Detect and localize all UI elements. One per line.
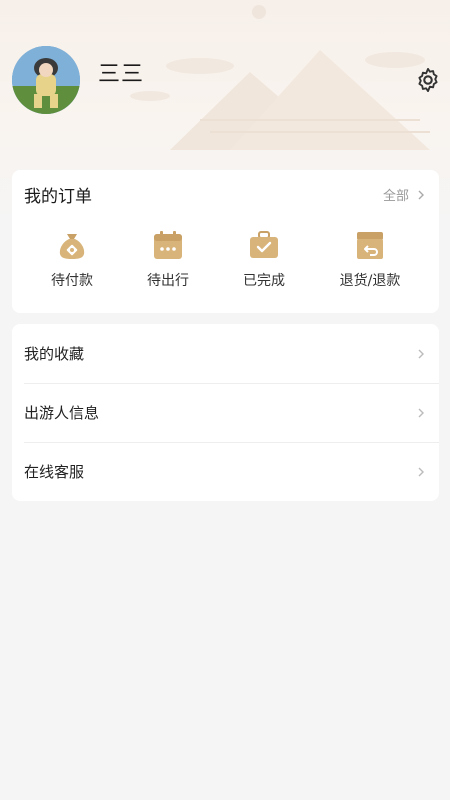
menu-card: 我的收藏 出游人信息 在线客服 <box>12 324 439 501</box>
briefcase-check-icon <box>250 231 278 258</box>
avatar[interactable] <box>12 46 80 114</box>
menu-item-customer-service-label: 在线客服 <box>24 463 85 481</box>
order-pending-travel-label: 待出行 <box>147 273 189 289</box>
order-refund[interactable]: 退货/退款 <box>325 228 415 290</box>
orders-title: 我的订单 <box>24 187 92 207</box>
calendar-icon <box>154 231 182 259</box>
menu-item-traveler-info-label: 出游人信息 <box>24 404 100 422</box>
menu-item-customer-service[interactable]: 在线客服 <box>12 442 439 501</box>
money-bag-icon <box>59 234 85 259</box>
settings-gear-icon[interactable] <box>414 66 442 94</box>
chevron-right-icon <box>418 190 424 199</box>
chevron-right-icon <box>418 467 424 476</box>
order-refund-label: 退货/退款 <box>339 273 401 289</box>
order-pending-travel[interactable]: 待出行 <box>123 228 213 290</box>
order-pending-payment[interactable]: 待付款 <box>27 228 117 290</box>
order-pending-payment-label: 待付款 <box>51 273 93 289</box>
return-box-icon <box>357 232 383 259</box>
avatar-image <box>12 46 80 114</box>
chevron-right-icon <box>418 349 424 358</box>
orders-card: 我的订单 全部 待付款 待出行 已完成 退货/退款 <box>12 170 439 313</box>
order-completed[interactable]: 已完成 <box>219 228 309 290</box>
order-completed-label: 已完成 <box>243 273 285 289</box>
username: 三三 <box>98 62 145 87</box>
menu-item-favorites[interactable]: 我的收藏 <box>12 324 439 383</box>
orders-all-link[interactable]: 全部 <box>383 185 427 204</box>
menu-item-favorites-label: 我的收藏 <box>24 345 85 363</box>
menu-item-traveler-info[interactable]: 出游人信息 <box>12 383 439 442</box>
orders-all-label: 全部 <box>382 189 409 204</box>
chevron-right-icon <box>418 408 424 417</box>
